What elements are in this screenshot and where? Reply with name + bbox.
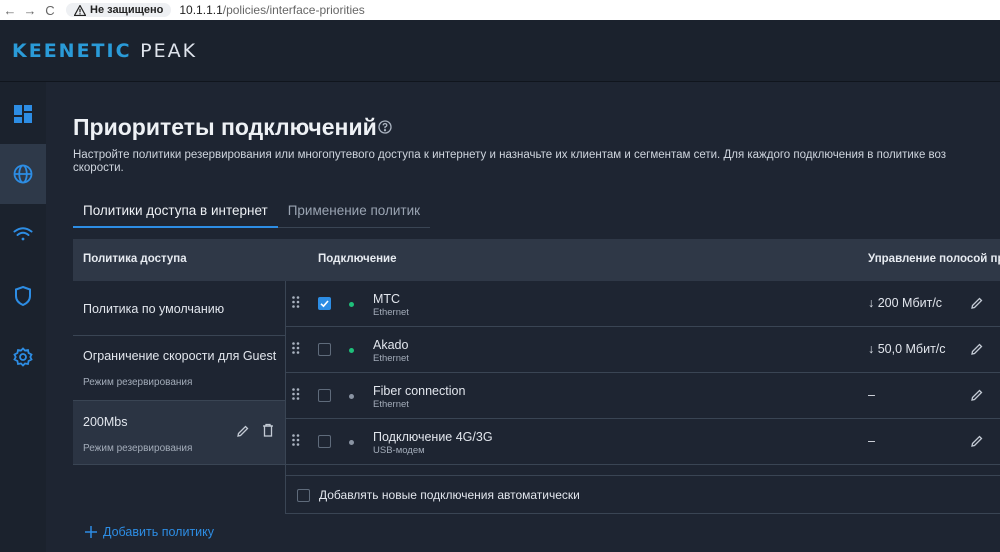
policy-item[interactable]: Политика по умолчанию [73, 281, 285, 336]
warning-icon [74, 4, 86, 16]
connection-checkbox[interactable] [318, 297, 331, 310]
connection-name: Akado [373, 338, 409, 352]
connection-type: Ethernet [373, 353, 409, 364]
back-button[interactable]: ← [0, 3, 20, 18]
delete-policy-icon[interactable] [262, 423, 274, 437]
url-field[interactable]: 10.1.1.1/policies/interface-priorities [179, 3, 364, 17]
connection-row: Fiber connection Ethernet – [286, 373, 1000, 419]
speed-limit: – [868, 434, 875, 448]
sidebar-item-security[interactable] [0, 266, 46, 326]
header-policy: Политика доступа [83, 253, 187, 265]
status-dot-offline [349, 440, 354, 445]
policy-item-selected[interactable]: 200Mbs Режим резервирования [73, 401, 285, 465]
status-dot-offline [349, 394, 354, 399]
url-host: 10.1.1.1 [179, 3, 223, 17]
sidebar-item-internet[interactable] [0, 144, 46, 204]
connection-row: МТС Ethernet ↓ 200 Мбит/с [286, 281, 1000, 327]
url-path: /policies/interface-priorities [222, 3, 365, 17]
drag-handle-icon[interactable] [292, 296, 300, 308]
gear-icon [13, 347, 33, 367]
policy-item[interactable]: Ограничение скорости для Guest Режим рез… [73, 336, 285, 401]
checkmark-icon [320, 300, 329, 308]
policy-mode: Режим резервирования [83, 377, 193, 388]
connection-checkbox[interactable] [318, 389, 331, 402]
connection-type: Ethernet [373, 399, 409, 410]
page-title: Приоритеты подключений [73, 114, 377, 140]
connection-row: Akado Ethernet ↓ 50,0 Мбит/с [286, 327, 1000, 373]
status-dot-online [349, 348, 354, 353]
table-header: Политика доступа Подключение Управление … [73, 239, 1000, 281]
tab-internet-policies[interactable]: Политики доступа в интернет [73, 198, 278, 228]
connection-type: Ethernet [373, 307, 409, 318]
subtitle-line-2: скорости. [73, 162, 124, 174]
app-header: KEENETIC PEAK [0, 20, 1000, 82]
tab-policy-application[interactable]: Применение политик [277, 198, 431, 228]
help-icon[interactable] [378, 120, 392, 134]
subtitle-line-1: Настройте политики резервирования или мн… [73, 149, 947, 161]
edit-bandwidth-icon[interactable] [970, 296, 984, 310]
speed-limit: – [868, 388, 875, 402]
edit-bandwidth-icon[interactable] [970, 434, 984, 448]
globe-icon [13, 164, 33, 184]
logo-brand: KEENETIC [12, 39, 132, 62]
drag-handle-icon[interactable] [292, 434, 300, 446]
wifi-icon [13, 227, 33, 241]
shield-icon [15, 286, 31, 306]
connection-row: Подключение 4G/3G USB-модем – [286, 419, 1000, 465]
page-subtitle: Настройте политики резервирования или мн… [73, 149, 1000, 175]
sidebar-item-wifi[interactable] [0, 204, 46, 264]
forward-button[interactable]: → [20, 3, 40, 18]
add-policy-button[interactable]: Добавить политику [85, 525, 214, 539]
security-indicator[interactable]: Не защищено [66, 3, 172, 17]
browser-address-bar: ← → C Не защищено 10.1.1.1/policies/inte… [0, 0, 1000, 20]
speed-limit: ↓ 200 Мбит/с [868, 296, 943, 310]
header-connection: Подключение [318, 253, 397, 265]
sidebar [0, 82, 46, 552]
security-label: Не защищено [90, 4, 164, 16]
auto-add-row: Добавлять новые подключения автоматическ… [286, 475, 1000, 514]
edit-bandwidth-icon[interactable] [970, 388, 984, 402]
plus-icon [85, 526, 97, 538]
sidebar-item-settings[interactable] [0, 327, 46, 387]
status-dot-online [349, 302, 354, 307]
policy-name: Политика по умолчанию [83, 302, 225, 316]
drag-handle-icon[interactable] [292, 342, 300, 354]
policy-mode: Режим резервирования [83, 443, 193, 454]
auto-add-checkbox[interactable] [297, 489, 310, 502]
connection-checkbox[interactable] [318, 435, 331, 448]
speed-limit: ↓ 50,0 Мбит/с [868, 342, 946, 356]
sidebar-item-dashboard[interactable] [0, 84, 46, 144]
logo[interactable]: KEENETIC PEAK [12, 40, 197, 62]
header-bandwidth: Управление полосой пр [868, 253, 1000, 265]
connection-name: Подключение 4G/3G [373, 430, 493, 444]
main-content: Приоритеты подключений Настройте политик… [46, 82, 1000, 552]
edit-bandwidth-icon[interactable] [970, 342, 984, 356]
policy-name: 200Mbs [83, 415, 128, 429]
dashboard-icon [14, 105, 32, 123]
connection-name: Fiber connection [373, 384, 466, 398]
logo-model: PEAK [140, 39, 198, 62]
connection-name: МТС [373, 292, 401, 306]
policy-name: Ограничение скорости для Guest [83, 349, 277, 363]
auto-add-label: Добавлять новые подключения автоматическ… [319, 488, 580, 502]
drag-handle-icon[interactable] [292, 388, 300, 400]
edit-policy-icon[interactable] [236, 424, 250, 438]
tab-bar: Политики доступа в интернет Применение п… [73, 198, 431, 228]
connection-type: USB-модем [373, 445, 425, 456]
reload-button[interactable]: C [40, 3, 60, 18]
connection-checkbox[interactable] [318, 343, 331, 356]
add-policy-label: Добавить политику [103, 525, 215, 539]
policies-table: Политика доступа Подключение Управление … [73, 239, 1000, 539]
